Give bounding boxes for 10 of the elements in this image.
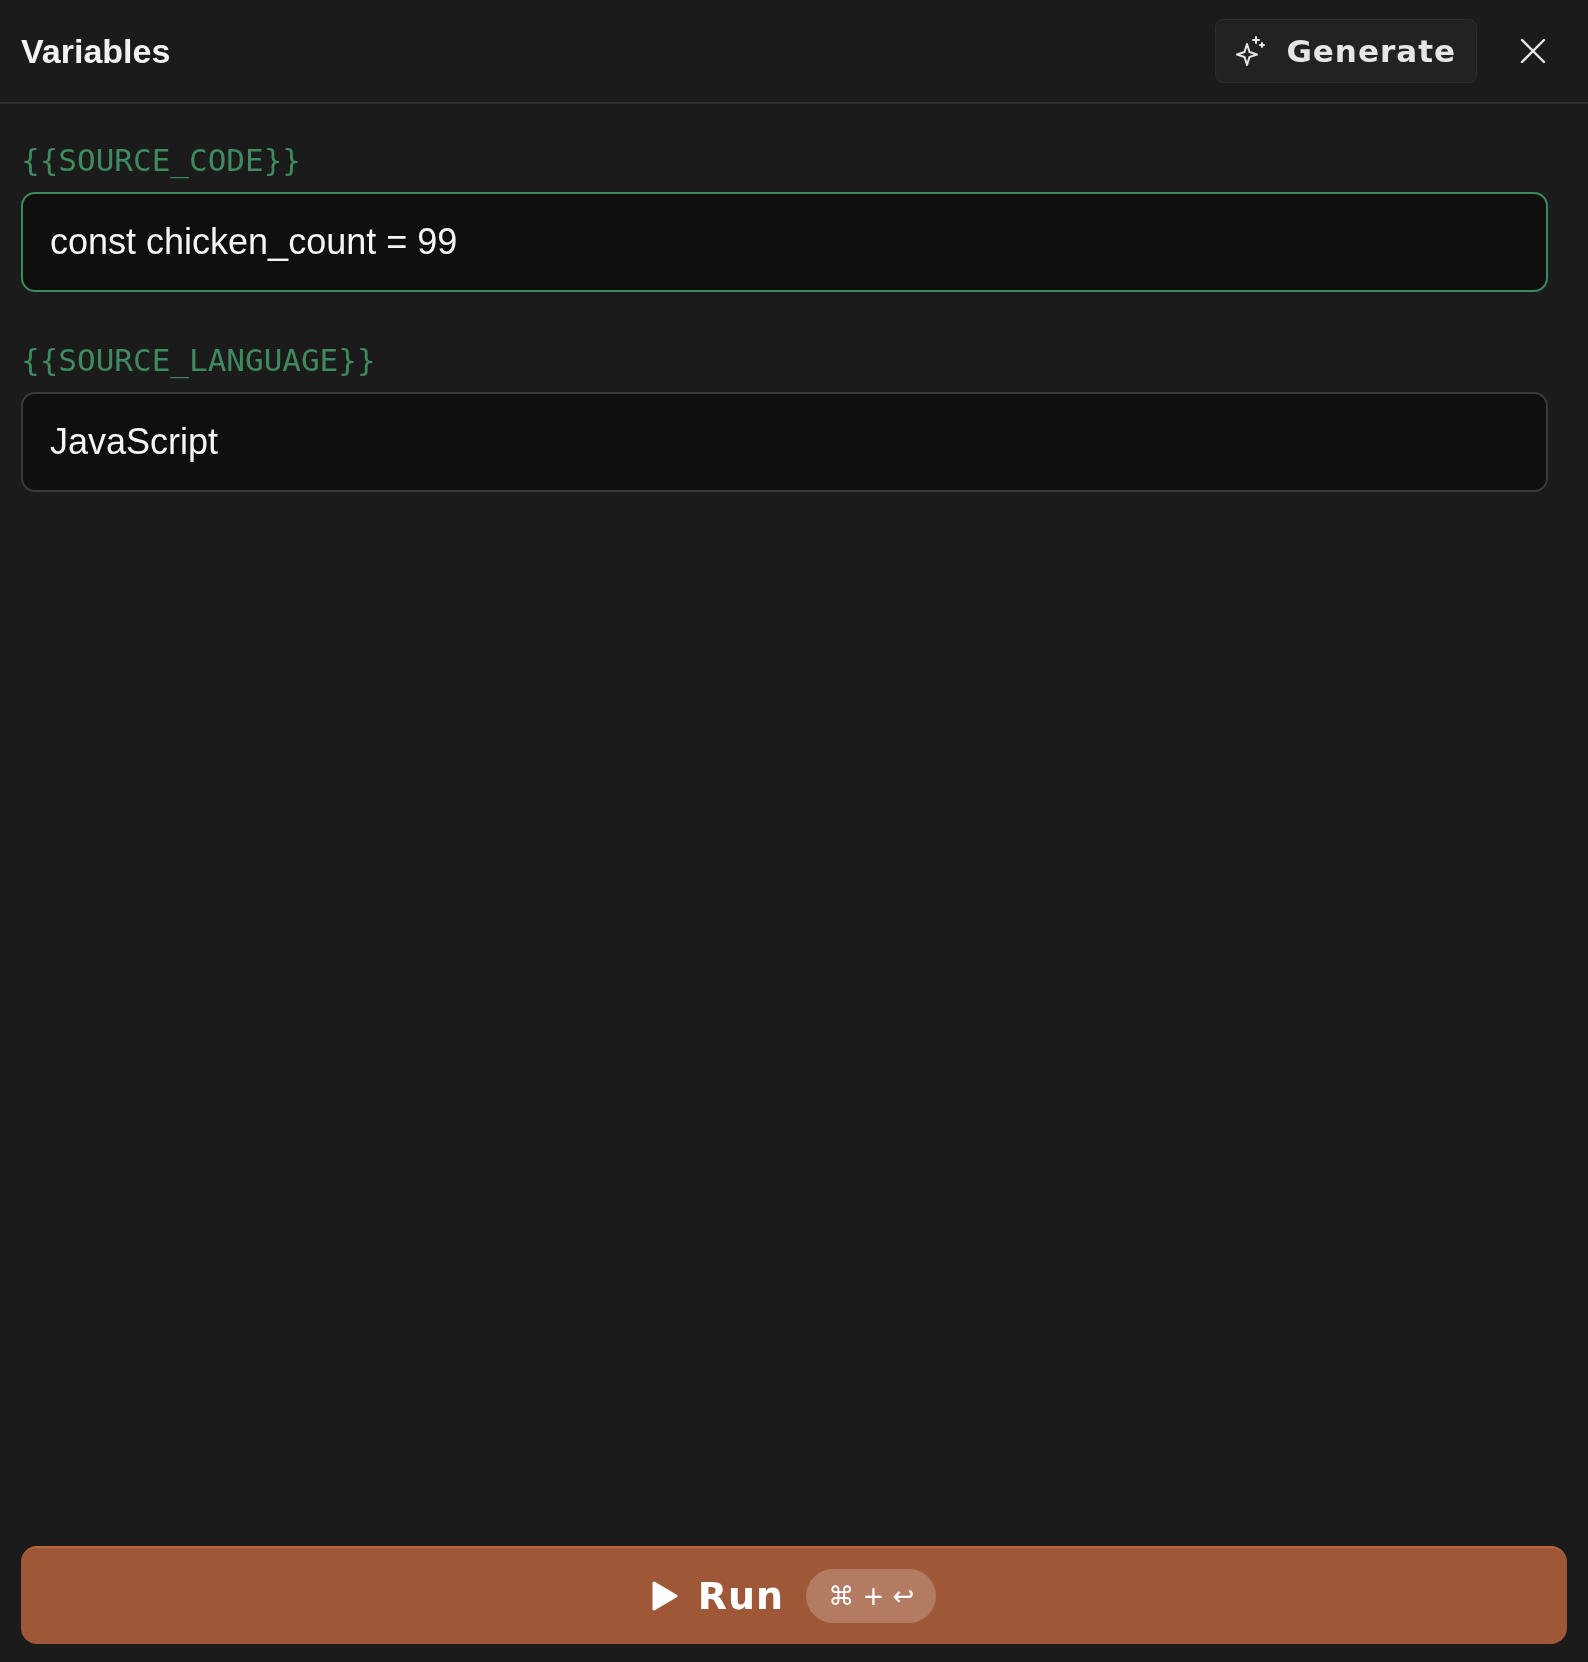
variable-name: {{SOURCE_CODE}} bbox=[21, 142, 302, 178]
panel-title: Variables bbox=[21, 31, 172, 71]
run-button[interactable]: Run ⌘ + ↩ bbox=[21, 1546, 1567, 1644]
shortcut-hint: ⌘ + ↩ bbox=[806, 1569, 937, 1623]
input-field[interactable]: const chicken_count = 99 bbox=[21, 192, 1548, 292]
variable-name: {{SOURCE_LANGUAGE}} bbox=[21, 342, 377, 378]
close-icon[interactable] bbox=[1519, 37, 1547, 65]
generate-button[interactable]: Generate bbox=[1215, 19, 1477, 83]
input-field[interactable]: JavaScript bbox=[21, 392, 1548, 492]
play-icon bbox=[651, 1581, 678, 1611]
